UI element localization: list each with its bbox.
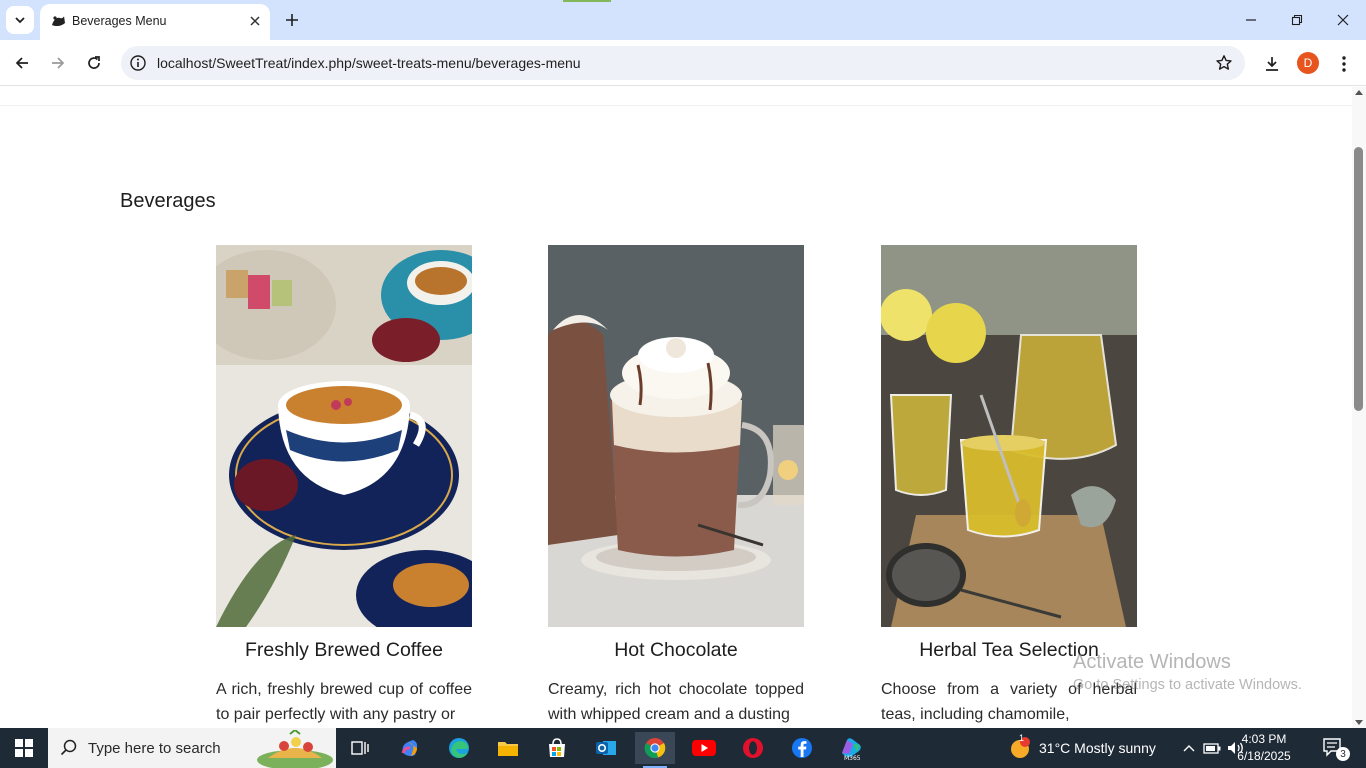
menu-card-coffee: Freshly Brewed Coffee A rich, freshly br… (216, 245, 472, 727)
clock-date: 6/18/2025 (1237, 749, 1291, 763)
minimize-button[interactable] (1228, 0, 1274, 40)
windows-taskbar: Type here to search M365 1 31°C Mostly s… (0, 728, 1366, 768)
close-window-button[interactable] (1320, 0, 1366, 40)
opera-button[interactable] (733, 732, 773, 764)
menu-card-hot-chocolate: Hot Chocolate Creamy, rich hot chocolate… (548, 245, 804, 727)
restore-button[interactable] (1274, 0, 1320, 40)
clock-time: 4:03 PM (1241, 732, 1287, 746)
file-explorer-button[interactable] (488, 732, 528, 764)
system-clock[interactable]: 4:03 PM 6/18/2025 (1224, 731, 1304, 765)
page-content: Beverages Freshly Brewed Coffee A rich, … (0, 87, 1352, 728)
youtube-button[interactable] (684, 732, 724, 764)
tab-strip-indicator (563, 0, 611, 2)
scrollbar-thumb[interactable] (1354, 147, 1363, 411)
back-button[interactable] (8, 49, 36, 77)
new-tab-button[interactable] (280, 8, 304, 32)
tab-beverages-menu[interactable]: Beverages Menu (40, 4, 270, 40)
herbal-tea-illustration (881, 245, 1137, 627)
coffee-image (216, 245, 472, 627)
opera-icon (743, 738, 763, 758)
address-bar[interactable]: localhost/SweetTreat/index.php/sweet-tre… (121, 46, 1245, 80)
browser-titlebar: Beverages Menu (0, 0, 1366, 40)
browser-toolbar: localhost/SweetTreat/index.php/sweet-tre… (0, 40, 1366, 86)
arrow-left-icon (15, 57, 28, 69)
forward-button[interactable] (44, 49, 72, 77)
weather-badge: 1 (1019, 733, 1025, 743)
tab-title: Beverages Menu (72, 14, 167, 28)
search-highlight-art (257, 730, 333, 768)
restore-icon (1291, 14, 1303, 26)
card-description: Choose from a variety of herbal teas, in… (881, 681, 1137, 723)
m365-icon: M365 (842, 738, 861, 761)
download-icon (1266, 57, 1278, 71)
store-icon (549, 738, 565, 757)
plus-icon (286, 14, 298, 26)
chrome-icon (644, 738, 666, 759)
scroll-down-arrow-icon[interactable] (1355, 720, 1363, 725)
card-title: Freshly Brewed Coffee (245, 639, 443, 661)
card-description: Creamy, rich hot chocolate topped with w… (548, 681, 804, 723)
scroll-up-arrow-icon[interactable] (1355, 90, 1363, 95)
task-view-button[interactable] (340, 732, 380, 764)
start-button[interactable] (0, 728, 48, 768)
youtube-icon (692, 740, 716, 756)
page-scrollbar[interactable] (1352, 87, 1366, 728)
browser-menu-button[interactable] (1332, 52, 1356, 76)
url-text[interactable]: localhost/SweetTreat/index.php/sweet-tre… (157, 55, 581, 71)
show-hidden-icons-button[interactable] (1179, 738, 1199, 758)
tab-close-button[interactable] (246, 12, 264, 30)
hot-chocolate-illustration (548, 245, 804, 627)
weather-text[interactable]: 31°C Mostly sunny (1039, 740, 1156, 756)
chevron-down-icon (15, 17, 25, 24)
battery-icon (1203, 743, 1221, 754)
copilot-button[interactable] (390, 732, 430, 764)
reload-icon (88, 56, 100, 69)
section-title: Beverages (120, 190, 216, 212)
search-icon (60, 739, 77, 756)
notification-count-badge: 3 (1336, 747, 1350, 761)
reload-button[interactable] (80, 49, 108, 77)
edge-button[interactable] (439, 732, 479, 764)
downloads-button[interactable] (1260, 52, 1284, 76)
arrow-right-icon (52, 57, 65, 69)
search-placeholder[interactable]: Type here to search (88, 740, 221, 757)
taskbar-search[interactable]: Type here to search (48, 728, 336, 768)
close-icon (250, 16, 260, 26)
hot-chocolate-image (548, 245, 804, 627)
edge-icon (449, 738, 469, 758)
windows-logo-icon (15, 739, 33, 757)
favicon-icon (52, 16, 65, 27)
chevron-up-icon (1183, 745, 1195, 752)
card-title: Herbal Tea Selection (919, 639, 1099, 661)
outlook-icon (596, 741, 616, 755)
card-description: A rich, freshly brewed cup of coffee to … (216, 681, 472, 723)
copilot-icon (401, 740, 418, 757)
microsoft-store-button[interactable] (537, 732, 577, 764)
outlook-button[interactable] (586, 732, 626, 764)
facebook-button[interactable] (782, 732, 822, 764)
herbal-tea-image (881, 245, 1137, 627)
svg-text:M365: M365 (844, 755, 861, 761)
facebook-icon (792, 738, 812, 758)
folder-icon (498, 742, 518, 756)
card-title: Hot Chocolate (614, 639, 738, 661)
minimize-icon (1246, 19, 1256, 21)
battery-status[interactable] (1202, 738, 1222, 758)
header-divider (0, 105, 1352, 106)
tab-search-button[interactable] (6, 6, 34, 34)
microsoft-365-button[interactable]: M365 (831, 732, 871, 764)
close-icon (1337, 14, 1349, 26)
task-view-icon (351, 741, 369, 755)
coffee-cups-illustration (216, 245, 472, 627)
bookmark-star-icon[interactable] (1215, 54, 1233, 72)
site-info-icon[interactable] (129, 54, 147, 72)
chrome-button[interactable] (635, 732, 675, 768)
menu-card-herbal-tea: Herbal Tea Selection Choose from a varie… (881, 245, 1137, 727)
more-vertical-icon (1342, 56, 1346, 72)
profile-avatar[interactable]: D (1297, 52, 1319, 74)
notification-center-button[interactable]: 3 (1322, 737, 1350, 761)
